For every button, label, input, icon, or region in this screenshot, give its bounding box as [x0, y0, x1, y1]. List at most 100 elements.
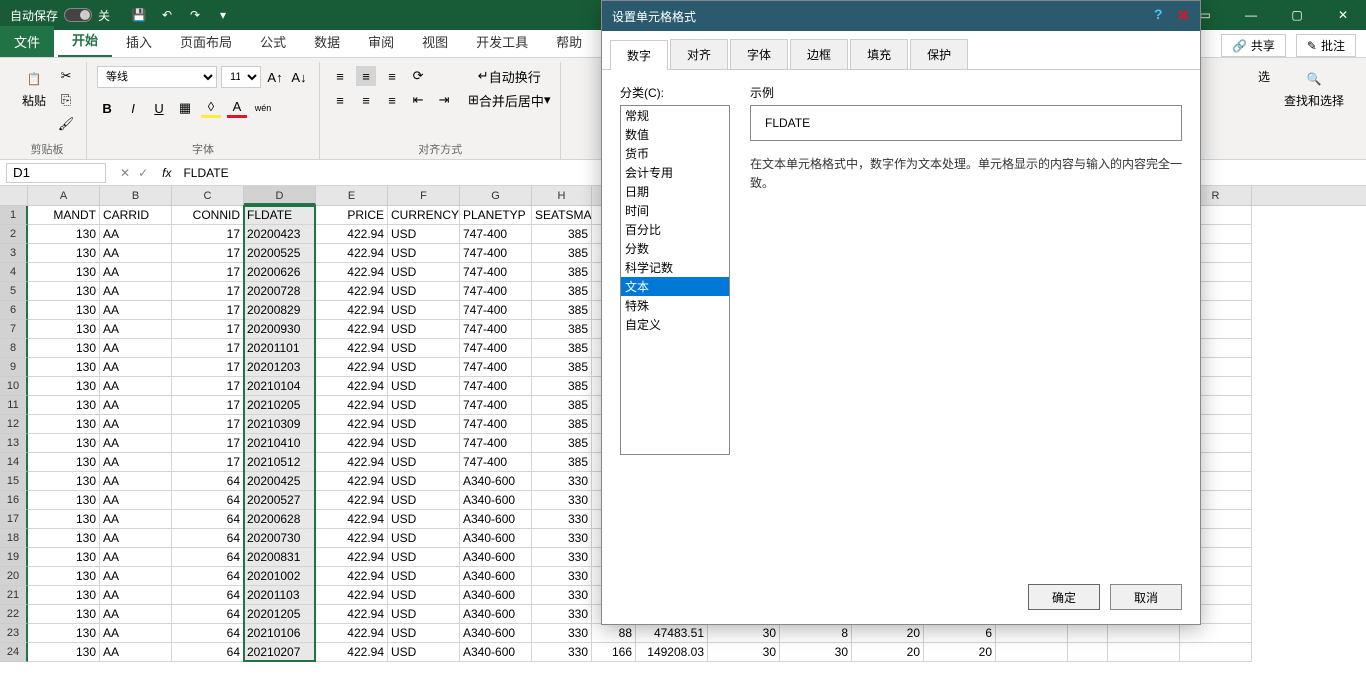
cell[interactable]: AA	[100, 415, 172, 434]
row-header[interactable]: 19	[0, 548, 28, 567]
cell[interactable]: 17	[172, 453, 244, 472]
cell[interactable]: USD	[388, 643, 460, 662]
cell[interactable]: 20200728	[244, 282, 316, 301]
cell[interactable]: 385	[532, 225, 592, 244]
cell[interactable]: 747-400	[460, 453, 532, 472]
cell[interactable]: 64	[172, 624, 244, 643]
cell[interactable]: 64	[172, 548, 244, 567]
cell[interactable]: 20200930	[244, 320, 316, 339]
cell[interactable]	[1068, 624, 1108, 643]
cell[interactable]: USD	[388, 358, 460, 377]
row-header[interactable]: 22	[0, 605, 28, 624]
cell[interactable]: 64	[172, 529, 244, 548]
row-header[interactable]: 13	[0, 434, 28, 453]
cell[interactable]: 422.94	[316, 377, 388, 396]
cell[interactable]: AA	[100, 339, 172, 358]
cell[interactable]: 330	[532, 586, 592, 605]
cell[interactable]: 747-400	[460, 301, 532, 320]
dialog-help-icon[interactable]: ?	[1154, 6, 1163, 26]
cell[interactable]: 20200527	[244, 491, 316, 510]
cell[interactable]: 130	[28, 396, 100, 415]
cell[interactable]: AA	[100, 225, 172, 244]
cell[interactable]: AA	[100, 491, 172, 510]
cell[interactable]	[1108, 624, 1180, 643]
tab-file[interactable]: 文件	[0, 26, 54, 57]
redo-icon[interactable]: ↷	[186, 6, 204, 24]
row-header[interactable]: 2	[0, 225, 28, 244]
cell[interactable]: 130	[28, 415, 100, 434]
cell[interactable]: 64	[172, 643, 244, 662]
cell[interactable]: 130	[28, 491, 100, 510]
select-button[interactable]: 选	[1254, 66, 1274, 87]
category-item[interactable]: 自定义	[621, 315, 729, 334]
cell[interactable]: 20201205	[244, 605, 316, 624]
format-painter-icon[interactable]: 🖌	[56, 114, 76, 134]
cell[interactable]: 130	[28, 282, 100, 301]
cell[interactable]: USD	[388, 244, 460, 263]
cell[interactable]: AA	[100, 301, 172, 320]
cell[interactable]: 422.94	[316, 320, 388, 339]
cell[interactable]: 20201103	[244, 586, 316, 605]
cell[interactable]: A340-600	[460, 643, 532, 662]
cell[interactable]: 20210205	[244, 396, 316, 415]
cell[interactable]: 20210309	[244, 415, 316, 434]
row-header[interactable]: 15	[0, 472, 28, 491]
save-icon[interactable]: 💾	[130, 6, 148, 24]
cell[interactable]: 130	[28, 624, 100, 643]
cell[interactable]: 422.94	[316, 282, 388, 301]
category-item[interactable]: 百分比	[621, 220, 729, 239]
cell[interactable]: 20201203	[244, 358, 316, 377]
cell[interactable]: 747-400	[460, 358, 532, 377]
select-all-corner[interactable]	[0, 186, 28, 205]
cell[interactable]: 422.94	[316, 358, 388, 377]
cell[interactable]: USD	[388, 434, 460, 453]
increase-font-icon[interactable]: A↑	[265, 67, 285, 87]
cell[interactable]: 385	[532, 320, 592, 339]
cut-icon[interactable]: ✂	[56, 66, 76, 86]
row-header[interactable]: 21	[0, 586, 28, 605]
row-header[interactable]: 12	[0, 415, 28, 434]
cell[interactable]: 330	[532, 567, 592, 586]
tab-home[interactable]: 开始	[58, 24, 112, 57]
minimize-icon[interactable]: —	[1228, 0, 1274, 30]
cell[interactable]: PLANETYP	[460, 206, 532, 225]
align-middle-icon[interactable]: ≡	[356, 66, 376, 86]
cell[interactable]: USD	[388, 567, 460, 586]
cell[interactable]: 422.94	[316, 605, 388, 624]
cell[interactable]: 17	[172, 377, 244, 396]
cell[interactable]: 422.94	[316, 510, 388, 529]
comment-button[interactable]: ✎批注	[1296, 34, 1356, 57]
cell[interactable]: 422.94	[316, 396, 388, 415]
category-list[interactable]: 常规数值货币会计专用日期时间百分比分数科学记数文本特殊自定义	[620, 105, 730, 455]
cell[interactable]: USD	[388, 472, 460, 491]
cell[interactable]: 47483.51	[636, 624, 708, 643]
column-header-B[interactable]: B	[100, 186, 172, 205]
dialog-title-bar[interactable]: 设置单元格格式 ? ✕	[602, 1, 1200, 31]
dialog-close-icon[interactable]: ✕	[1177, 6, 1190, 26]
cell[interactable]: 20210207	[244, 643, 316, 662]
close-icon[interactable]: ✕	[1320, 0, 1366, 30]
cell[interactable]: 422.94	[316, 339, 388, 358]
cell[interactable]: A340-600	[460, 510, 532, 529]
find-button[interactable]: 🔍 查找和选择	[1280, 66, 1348, 111]
cell[interactable]: 330	[532, 510, 592, 529]
row-header[interactable]: 9	[0, 358, 28, 377]
row-header[interactable]: 1	[0, 206, 28, 225]
row-header[interactable]: 16	[0, 491, 28, 510]
cell[interactable]: 64	[172, 510, 244, 529]
cell[interactable]: 30	[780, 643, 852, 662]
dialog-tab-1[interactable]: 对齐	[670, 39, 728, 69]
category-item[interactable]: 货币	[621, 144, 729, 163]
column-header-D[interactable]: D	[244, 186, 316, 205]
tab-insert[interactable]: 插入	[112, 26, 166, 57]
cell[interactable]: A340-600	[460, 548, 532, 567]
cell[interactable]: USD	[388, 586, 460, 605]
copy-icon[interactable]: ⎘	[56, 90, 76, 110]
bold-button[interactable]: B	[97, 98, 117, 118]
cell[interactable]: 747-400	[460, 263, 532, 282]
cell[interactable]	[996, 624, 1068, 643]
cell[interactable]: AA	[100, 510, 172, 529]
font-size-select[interactable]: 11	[221, 66, 261, 88]
cell[interactable]: 20200829	[244, 301, 316, 320]
decrease-indent-icon[interactable]: ⇤	[408, 90, 428, 110]
